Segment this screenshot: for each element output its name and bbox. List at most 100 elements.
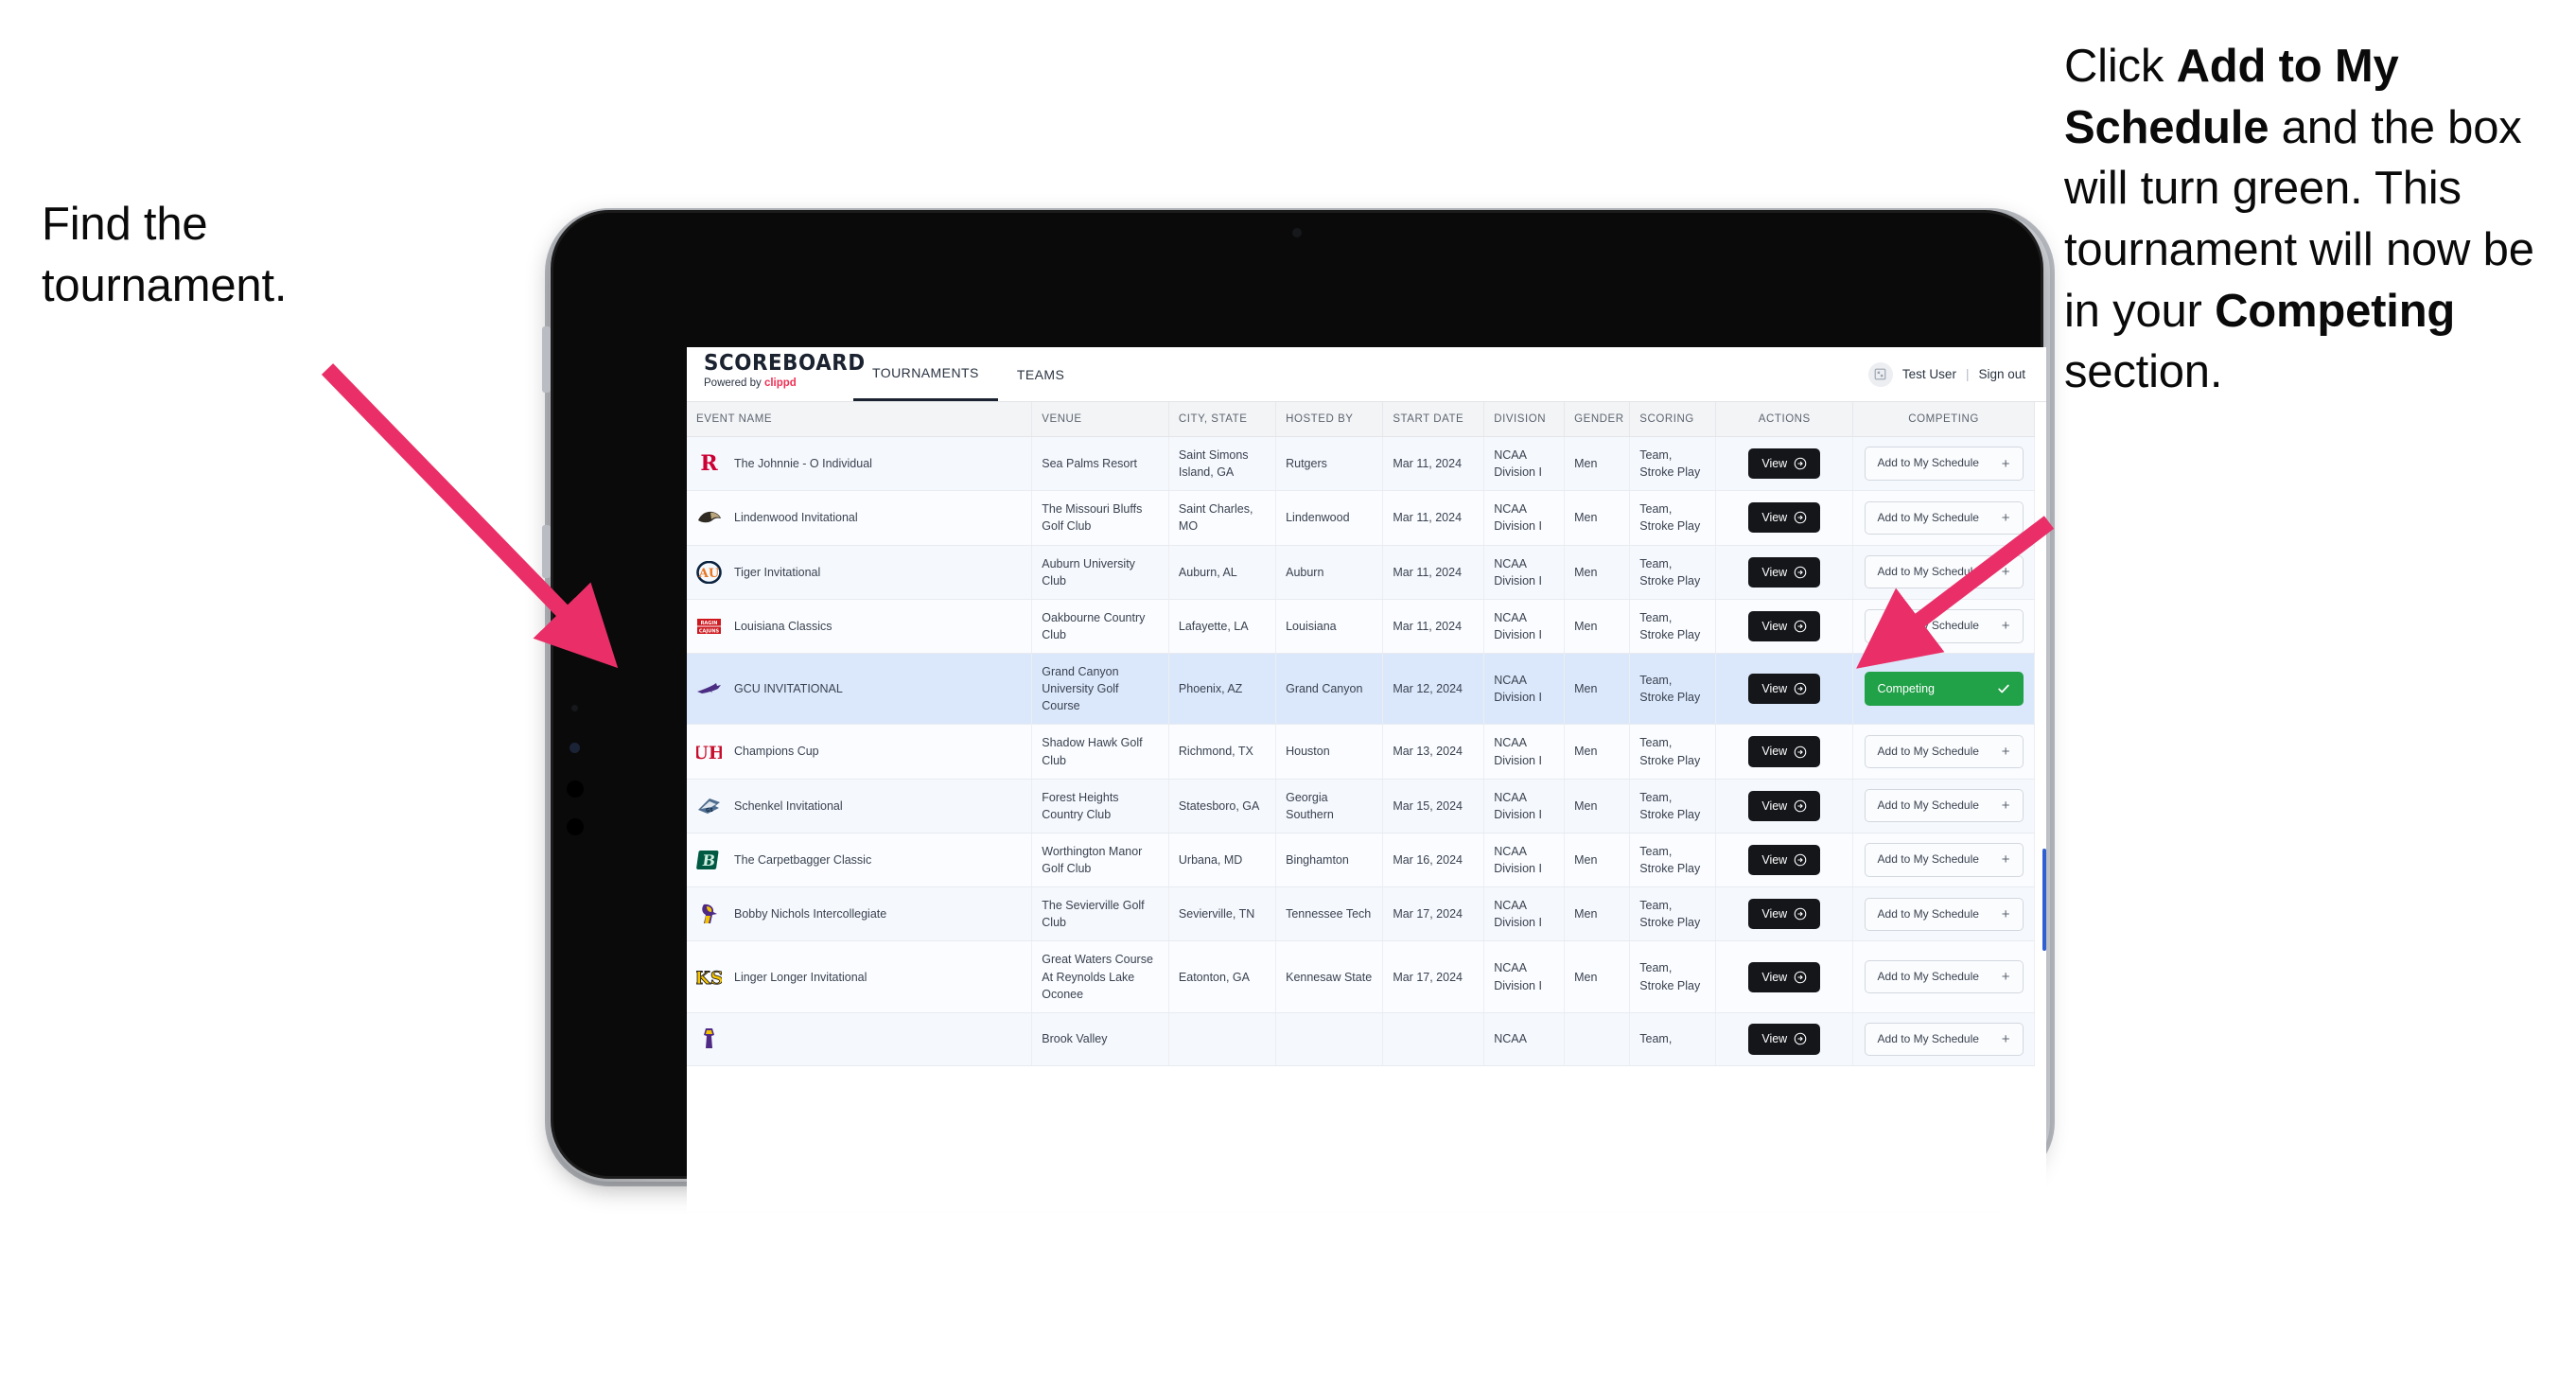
cell-division: NCAA Division I	[1483, 436, 1566, 492]
cell-start-date: Mar 11, 2024	[1382, 545, 1485, 600]
arrow-right-circle-icon	[1794, 853, 1807, 867]
cell-scoring: Team, Stroke Play	[1629, 653, 1717, 726]
arrow-right-circle-icon	[1794, 457, 1807, 470]
cell-hosted-by: Louisiana	[1275, 599, 1384, 655]
view-button[interactable]: View	[1748, 556, 1821, 588]
add-to-my-schedule-button[interactable]: Add to My Schedule +	[1864, 554, 2024, 589]
cell-city-state: Auburn, AL	[1168, 545, 1277, 600]
table-row[interactable]: B The Carpetbagger Classic Worthington Man…	[687, 833, 2035, 888]
cell-gender: Men	[1564, 545, 1631, 600]
cell-hosted-by: Rutgers	[1275, 436, 1384, 492]
add-to-my-schedule-button[interactable]: Add to My Schedule +	[1864, 447, 2024, 481]
cell-event-name: B The Carpetbagger Classic	[687, 833, 1033, 888]
view-button[interactable]: View	[1748, 502, 1821, 534]
competing-button[interactable]: Competing	[1864, 672, 2024, 707]
brand-logo[interactable]: SCOREBOARD Powered by clippd	[687, 347, 865, 401]
column-header-hosted-by[interactable]: HOSTED BY	[1275, 402, 1384, 437]
add-to-my-schedule-button[interactable]: Add to My Schedule +	[1864, 789, 2024, 823]
table-row[interactable]: R The Johnnie - O Individual Sea Palms Res…	[687, 436, 2035, 492]
event-name-text: Louisiana Classics	[734, 619, 832, 633]
add-to-my-schedule-button[interactable]: Add to My Schedule +	[1864, 843, 2024, 877]
add-to-my-schedule-button[interactable]: Add to My Schedule +	[1864, 897, 2024, 931]
arrow-right-circle-icon	[1794, 512, 1807, 524]
cell-city-state: Eatonton, GA	[1168, 940, 1277, 1013]
view-button[interactable]: View	[1748, 610, 1821, 641]
cell-city-state: Richmond, TX	[1168, 724, 1277, 780]
cell-hosted-by: Grand Canyon	[1275, 653, 1384, 726]
table-row[interactable]: Brook Valley NCAA Team, View Add to My Sched…	[687, 1012, 2035, 1067]
user-avatar-icon[interactable]	[1867, 361, 1893, 387]
plus-icon: +	[2001, 509, 2010, 526]
add-to-my-schedule-label: Add to My Schedule	[1877, 969, 1979, 983]
cell-event-name: KS Linger Longer Invitational	[687, 940, 1033, 1013]
cell-venue: Auburn University Club	[1031, 545, 1169, 600]
plus-icon: +	[2001, 564, 2010, 581]
cell-actions: View	[1715, 436, 1854, 492]
table-row[interactable]: AU Tiger Invitational Auburn University Cl…	[687, 545, 2035, 600]
cell-scoring: Team, Stroke Play	[1629, 545, 1717, 600]
plus-icon: +	[2001, 905, 2010, 922]
add-to-my-schedule-button[interactable]: Add to My Schedule +	[1864, 500, 2024, 535]
cell-scoring: Team, Stroke Play	[1629, 779, 1717, 833]
tab-tournaments[interactable]: TOURNAMENTS	[853, 347, 998, 401]
vertical-scrollbar[interactable]	[2042, 849, 2046, 951]
cell-competing: Add to My Schedule +	[1852, 940, 2035, 1013]
tablet-indicator-dot	[570, 743, 580, 753]
column-header-gender[interactable]: GENDER	[1564, 402, 1631, 437]
column-header-actions[interactable]: ACTIONS	[1715, 402, 1854, 437]
sign-out-link[interactable]: Sign out	[1978, 367, 2025, 381]
cell-hosted-by: Lindenwood	[1275, 490, 1384, 546]
view-button[interactable]: View	[1748, 844, 1821, 876]
column-header-start-date[interactable]: START DATE	[1382, 402, 1485, 437]
table-row[interactable]: UH Champions Cup Shadow Hawk Golf Club Rich…	[687, 724, 2035, 780]
table-header-row: EVENT NAME VENUE CITY, STATE HOSTED BY START…	[687, 402, 2035, 437]
event-name-text: GCU INVITATIONAL	[734, 682, 843, 696]
cell-venue: Brook Valley	[1031, 1012, 1169, 1067]
view-button[interactable]: View	[1748, 1024, 1821, 1055]
column-header-scoring[interactable]: SCORING	[1629, 402, 1717, 437]
svg-text:RAGIN: RAGIN	[701, 621, 718, 626]
column-header-competing[interactable]: COMPETING	[1852, 402, 2035, 437]
table-row[interactable]: KS Linger Longer Invitational Great Waters…	[687, 940, 2035, 1013]
view-button[interactable]: View	[1748, 790, 1821, 821]
add-to-my-schedule-button[interactable]: Add to My Schedule +	[1864, 609, 2024, 643]
cell-event-name: RAGIN CAJUNS Louisiana Classics	[687, 599, 1033, 655]
tab-teams[interactable]: TEAMS	[998, 347, 1083, 401]
column-header-event-name[interactable]: EVENT NAME	[687, 402, 1033, 437]
annotation-add-to-schedule: Click Add to My Schedule and the box wil…	[2064, 36, 2576, 403]
cell-actions: View	[1715, 545, 1854, 600]
cell-gender: Men	[1564, 724, 1631, 780]
view-button[interactable]: View	[1748, 961, 1821, 992]
view-button[interactable]: View	[1748, 674, 1821, 705]
houston-uh-logo: UH	[696, 739, 722, 764]
view-button[interactable]: View	[1748, 736, 1821, 767]
table-row[interactable]: GCU INVITATIONAL Grand Canyon University …	[687, 653, 2035, 726]
tablet-power-button[interactable]	[542, 326, 551, 393]
view-button-label: View	[1761, 798, 1788, 813]
column-header-division[interactable]: DIVISION	[1483, 402, 1566, 437]
view-button-label: View	[1761, 745, 1788, 759]
tablet-device: SCOREBOARD Powered by clippd TOURNAMENTS…	[542, 208, 2055, 1211]
tablet-volume-button[interactable]	[542, 525, 551, 578]
table-row[interactable]: GS Schenkel Invitational Forest Heights Co…	[687, 779, 2035, 833]
tournaments-table-container[interactable]: EVENT NAME VENUE CITY, STATE HOSTED BY START…	[687, 402, 2046, 1211]
cell-start-date	[1382, 1012, 1485, 1067]
table-row[interactable]: Lindenwood Invitational The Missouri Bluf…	[687, 490, 2035, 546]
user-separator: |	[1965, 367, 1970, 381]
cell-city-state: Saint Simons Island, GA	[1168, 436, 1277, 492]
add-to-my-schedule-button[interactable]: Add to My Schedule +	[1864, 1022, 2024, 1057]
cell-actions: View	[1715, 833, 1854, 888]
table-row[interactable]: RAGIN CAJUNS Louisiana Classics Oakbourne C…	[687, 599, 2035, 655]
add-to-my-schedule-button[interactable]: Add to My Schedule +	[1864, 959, 2024, 994]
table-row[interactable]: Bobby Nichols Intercollegiate The Sevierv…	[687, 886, 2035, 942]
cell-venue: Oakbourne Country Club	[1031, 599, 1169, 655]
event-name-text: Bobby Nichols Intercollegiate	[734, 907, 887, 921]
plus-icon: +	[2001, 618, 2010, 635]
column-header-city-state[interactable]: CITY, STATE	[1168, 402, 1277, 437]
cell-city-state: Statesboro, GA	[1168, 779, 1277, 833]
add-to-my-schedule-button[interactable]: Add to My Schedule +	[1864, 734, 2024, 769]
view-button[interactable]: View	[1748, 899, 1821, 930]
column-header-venue[interactable]: VENUE	[1031, 402, 1169, 437]
annotation-right-seg3: section.	[2064, 346, 2223, 398]
view-button[interactable]: View	[1748, 448, 1821, 480]
